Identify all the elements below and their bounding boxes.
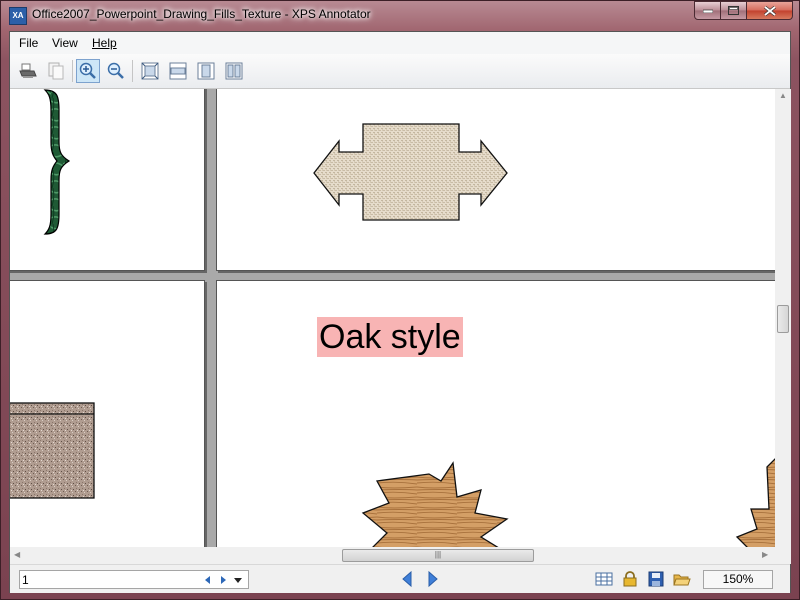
page-number-input[interactable]	[22, 572, 192, 587]
maximize-button[interactable]	[721, 1, 747, 20]
page-dropdown-icon[interactable]	[234, 578, 242, 583]
fit-width-icon	[169, 62, 187, 80]
horizontal-scrollbar[interactable]: ◀ ||| ▶	[10, 547, 775, 564]
two-pages-button[interactable]	[222, 59, 246, 83]
zoom-out-icon	[107, 62, 124, 79]
whole-page-button[interactable]	[194, 59, 218, 83]
toolbar	[10, 54, 790, 89]
caption-buttons	[694, 1, 793, 21]
open-folder-icon[interactable]	[673, 571, 691, 587]
right-brace-shape	[43, 89, 71, 235]
status-bar: 150%	[10, 564, 790, 593]
page-nav-controls	[205, 576, 242, 584]
menu-bar: File View Help	[10, 32, 790, 54]
scroll-up-icon[interactable]: ▲	[779, 91, 787, 100]
client-area: File View Help Oak style ▲ ◀ ||| ▶ 1 150…	[9, 31, 791, 593]
page-top-right	[216, 89, 775, 271]
menu-file[interactable]: File	[19, 36, 38, 50]
two-pages-icon	[225, 62, 243, 80]
toolbar-separator	[132, 60, 133, 82]
vertical-scrollbar[interactable]: ▲	[775, 89, 791, 547]
print-button[interactable]	[16, 59, 40, 83]
toolbar-separator	[72, 60, 73, 82]
app-icon: XA	[9, 7, 27, 25]
window-title: Office2007_Powerpoint_Drawing_Fills_Text…	[32, 7, 371, 21]
app-window: XA Office2007_Powerpoint_Drawing_Fills_T…	[0, 0, 800, 600]
minimize-button[interactable]	[694, 1, 721, 20]
menu-view[interactable]: View	[52, 36, 78, 50]
page-prev-icon[interactable]	[205, 576, 210, 584]
cross-arrow-shape	[313, 123, 508, 221]
nav-forward-icon[interactable]	[428, 570, 438, 588]
whole-page-icon	[197, 62, 215, 80]
title-bar[interactable]: XA Office2007_Powerpoint_Drawing_Fills_T…	[1, 1, 799, 29]
page-top-left	[10, 89, 205, 271]
page-bottom-left	[10, 280, 205, 547]
copy-icon	[48, 62, 64, 80]
thumbnails-icon[interactable]	[595, 571, 613, 587]
copy-button[interactable]	[44, 59, 68, 83]
menu-help[interactable]: Help	[92, 36, 117, 50]
lock-icon[interactable]	[621, 571, 639, 587]
actual-size-icon	[141, 62, 159, 80]
zoom-out-button[interactable]	[104, 59, 128, 83]
textured-box-shape	[10, 402, 95, 499]
scroll-corner	[775, 547, 791, 564]
page-next-icon[interactable]	[221, 576, 226, 584]
print-icon	[19, 63, 37, 78]
nav-back-icon[interactable]	[402, 570, 412, 588]
maximize-icon	[728, 6, 739, 15]
minimize-icon	[702, 9, 713, 13]
fit-width-button[interactable]	[166, 59, 190, 83]
scroll-right-icon[interactable]: ▶	[762, 550, 768, 559]
close-icon	[763, 5, 776, 16]
zoom-in-button[interactable]	[76, 59, 100, 83]
nav-buttons	[402, 570, 438, 588]
explosion-shapes	[361, 458, 775, 547]
close-button[interactable]	[747, 1, 793, 20]
zoom-level[interactable]: 150%	[703, 570, 773, 589]
page-bottom-right: Oak style S	[216, 280, 775, 547]
actual-size-button[interactable]	[138, 59, 162, 83]
save-icon[interactable]	[647, 571, 665, 587]
horizontal-scroll-thumb[interactable]: |||	[342, 549, 534, 562]
page-number-field[interactable]	[19, 570, 249, 589]
scroll-left-icon[interactable]: ◀	[14, 550, 20, 559]
zoom-in-icon	[79, 62, 96, 79]
vertical-scroll-thumb[interactable]	[777, 305, 789, 333]
document-viewer[interactable]: Oak style S	[10, 89, 775, 547]
